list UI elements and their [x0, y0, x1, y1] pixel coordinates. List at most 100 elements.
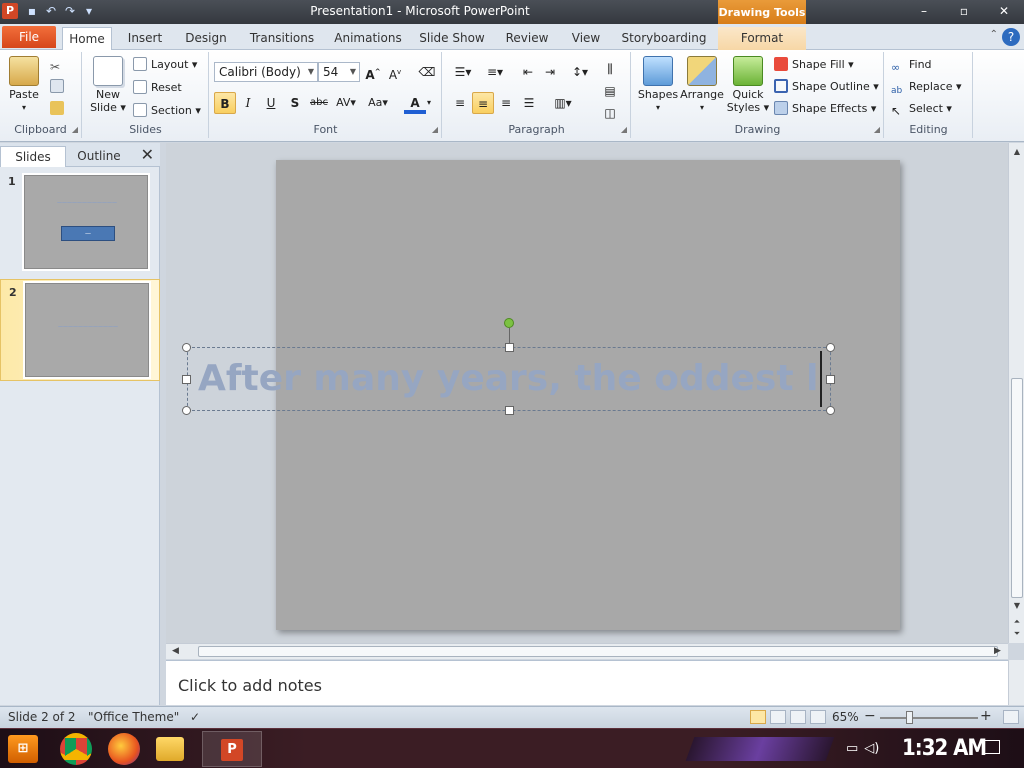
slide-thumbnail-1[interactable]: 1 ———————————— —: [0, 169, 160, 275]
horizontal-scroll-thumb[interactable]: [198, 646, 998, 657]
align-left-icon[interactable]: ≡: [449, 92, 471, 114]
decrease-indent-icon[interactable]: ⇤: [517, 61, 539, 83]
tab-slides[interactable]: Slides: [0, 146, 66, 167]
resize-handle-bottom-left[interactable]: [182, 406, 191, 415]
tab-file[interactable]: File: [2, 26, 56, 48]
tab-format[interactable]: Format: [718, 27, 806, 50]
character-spacing-button[interactable]: AV▾: [332, 92, 360, 114]
drawing-launcher-icon[interactable]: ◢: [874, 125, 880, 134]
reset-button[interactable]: Reset: [133, 79, 182, 97]
reading-view-icon[interactable]: [790, 710, 806, 724]
slide-1-preview[interactable]: ———————————— —: [24, 175, 148, 269]
notes-scrollbar[interactable]: [1008, 660, 1024, 705]
font-color-dropdown-icon[interactable]: ▾: [424, 92, 434, 114]
zoom-out-icon[interactable]: −: [864, 708, 876, 724]
tab-slide-show[interactable]: Slide Show: [416, 27, 488, 50]
font-color-button[interactable]: A: [404, 92, 426, 114]
powerpoint-taskbar-button[interactable]: P: [202, 731, 262, 767]
resize-handle-bottom-right[interactable]: [826, 406, 835, 415]
increase-indent-icon[interactable]: ⇥: [539, 61, 561, 83]
vertical-scrollbar[interactable]: ▲ ▼ ⏶ ⏷: [1008, 143, 1024, 643]
next-slide-icon[interactable]: ⏷: [1009, 629, 1024, 639]
selected-text-box[interactable]: After many years, the oddest la: [187, 347, 831, 411]
customize-qat-icon[interactable]: ▾: [81, 3, 97, 19]
slide-sorter-view-icon[interactable]: [770, 710, 786, 724]
resize-handle-bottom[interactable]: [505, 406, 514, 415]
vertical-scroll-thumb[interactable]: [1011, 378, 1023, 598]
quick-styles-button[interactable]: Quick Styles ▾: [726, 56, 770, 114]
notification-icon[interactable]: [984, 740, 1000, 754]
tab-storyboarding[interactable]: Storyboarding: [618, 27, 710, 50]
close-pane-icon[interactable]: ✕: [141, 145, 154, 164]
horizontal-scrollbar[interactable]: ◀ ▶: [166, 643, 1008, 659]
scroll-up-icon[interactable]: ▲: [1009, 147, 1024, 156]
notes-placeholder[interactable]: Click to add notes: [178, 676, 322, 695]
bold-button[interactable]: B: [214, 92, 236, 114]
scroll-right-icon[interactable]: ▶: [994, 646, 1001, 656]
start-button[interactable]: ⊞: [8, 735, 38, 763]
cut-button[interactable]: ✂: [50, 56, 68, 74]
spell-check-icon[interactable]: ✓: [190, 710, 200, 724]
line-spacing-icon[interactable]: ↕▾: [567, 61, 593, 83]
clear-formatting-icon[interactable]: ⌫: [416, 61, 438, 83]
zoom-in-icon[interactable]: +: [980, 708, 992, 724]
bullets-icon[interactable]: ☰▾: [449, 61, 477, 83]
grow-font-button[interactable]: A^: [362, 61, 384, 83]
normal-view-icon[interactable]: [750, 710, 766, 724]
text-shadow-button[interactable]: S: [284, 92, 306, 114]
zoom-level[interactable]: 65%: [832, 710, 859, 724]
resize-handle-right[interactable]: [826, 375, 835, 384]
zoom-slider[interactable]: [880, 717, 978, 719]
format-painter-button[interactable]: [50, 100, 68, 118]
notes-pane[interactable]: Click to add notes: [166, 660, 1008, 705]
undo-icon[interactable]: ↶: [43, 3, 59, 19]
change-case-button[interactable]: Aa▾: [364, 92, 392, 114]
text-box-content[interactable]: After many years, the oddest la: [198, 358, 822, 399]
align-right-icon[interactable]: ≡: [495, 92, 517, 114]
resize-handle-left[interactable]: [182, 375, 191, 384]
slide-2-preview[interactable]: ————————————: [25, 283, 149, 377]
find-button[interactable]: ∞ Find: [891, 56, 932, 74]
new-slide-button[interactable]: New Slide ▾: [87, 56, 129, 114]
shape-fill-button[interactable]: Shape Fill ▾: [774, 56, 854, 74]
close-button[interactable]: ✕: [984, 0, 1024, 22]
tab-animations[interactable]: Animations: [332, 27, 404, 50]
tab-insert[interactable]: Insert: [120, 27, 170, 50]
align-text-icon[interactable]: ▤: [599, 80, 621, 102]
tab-outline[interactable]: Outline: [66, 146, 132, 167]
maximize-button[interactable]: ▫: [944, 0, 984, 22]
rotation-handle[interactable]: [504, 318, 514, 328]
slide-show-view-icon[interactable]: [810, 710, 826, 724]
slide-thumbnail-2[interactable]: 2 ————————————: [0, 279, 160, 381]
section-button[interactable]: Section ▾: [133, 102, 201, 120]
justify-icon[interactable]: ☰: [518, 92, 540, 114]
tab-review[interactable]: Review: [500, 27, 554, 50]
network-icon[interactable]: ▭: [846, 741, 858, 756]
shape-outline-button[interactable]: Shape Outline ▾: [774, 78, 879, 96]
firefox-icon[interactable]: [108, 733, 140, 765]
smartart-icon[interactable]: ◫: [599, 102, 621, 124]
shrink-font-button[interactable]: Av: [384, 61, 406, 83]
tab-home[interactable]: Home: [62, 27, 112, 51]
minimize-ribbon-icon[interactable]: ⌃: [990, 29, 998, 40]
paste-button[interactable]: Paste ▾: [4, 56, 44, 114]
theme-name[interactable]: "Office Theme": [88, 710, 179, 724]
taskbar-clock[interactable]: 1:32 AM: [902, 736, 987, 761]
clipboard-launcher-icon[interactable]: ◢: [72, 125, 78, 134]
shape-effects-button[interactable]: Shape Effects ▾: [774, 100, 876, 118]
text-direction-icon[interactable]: ⫼: [599, 58, 621, 80]
chrome-icon[interactable]: [60, 733, 92, 765]
powerpoint-app-icon[interactable]: P: [2, 3, 18, 19]
shapes-button[interactable]: Shapes ▾: [636, 56, 680, 114]
tab-transitions[interactable]: Transitions: [244, 27, 320, 50]
resize-handle-top[interactable]: [505, 343, 514, 352]
italic-button[interactable]: I: [237, 92, 259, 114]
fit-to-window-icon[interactable]: [1003, 710, 1019, 724]
minimize-button[interactable]: –: [904, 0, 944, 22]
previous-slide-icon[interactable]: ⏶: [1009, 617, 1024, 627]
resize-handle-top-left[interactable]: [182, 343, 191, 352]
replace-button[interactable]: ab Replace ▾: [891, 78, 962, 96]
align-center-icon[interactable]: ≡: [472, 92, 494, 114]
layout-button[interactable]: Layout ▾: [133, 56, 197, 74]
columns-icon[interactable]: ▥▾: [549, 92, 577, 114]
